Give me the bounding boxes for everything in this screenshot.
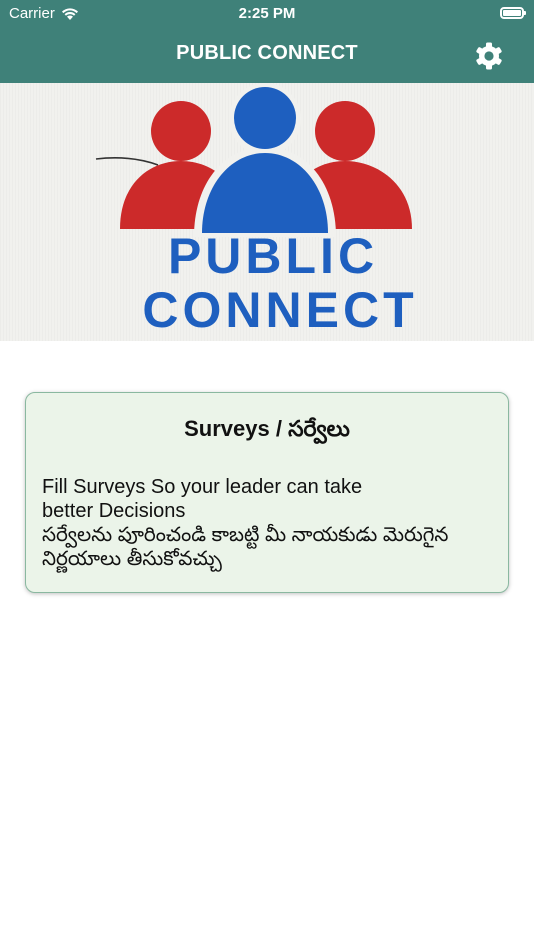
description-english-line-2: better Decisions xyxy=(42,500,186,522)
public-connect-banner: PUBLIC CONNECT xyxy=(0,83,534,341)
blue-person-center-icon xyxy=(202,87,328,233)
app-header: Carrier 2:25 PM PUBLIC CONNECT xyxy=(0,0,534,83)
status-bar: Carrier 2:25 PM xyxy=(0,0,534,28)
battery-icon xyxy=(500,7,526,19)
description-english-line-1: Fill Surveys So your leader can take xyxy=(42,476,363,498)
public-connect-logo: PUBLIC CONNECT xyxy=(95,83,417,338)
logo-text-public: PUBLIC xyxy=(168,228,378,284)
surveys-card[interactable]: Surveys / సర్వేలు Fill Surveys So your l… xyxy=(25,392,509,593)
description-telugu-line-2: నిర్ణయాలు తీసుకోవచ్చు xyxy=(42,548,222,570)
settings-button[interactable] xyxy=(472,39,506,73)
status-time: 2:25 PM xyxy=(238,5,296,22)
logo-text-connect: CONNECT xyxy=(142,282,417,338)
gear-icon xyxy=(476,42,502,70)
surveys-card-title: Surveys / సర్వేలు xyxy=(184,416,350,441)
description-telugu-line-1: సర్వేలను పూరించండి కాబట్టి మీ నాయకుడు మె… xyxy=(42,524,449,546)
surveys-card-description: Fill Surveys So your leader can take bet… xyxy=(42,475,502,571)
page-title: PUBLIC CONNECT xyxy=(176,42,358,64)
